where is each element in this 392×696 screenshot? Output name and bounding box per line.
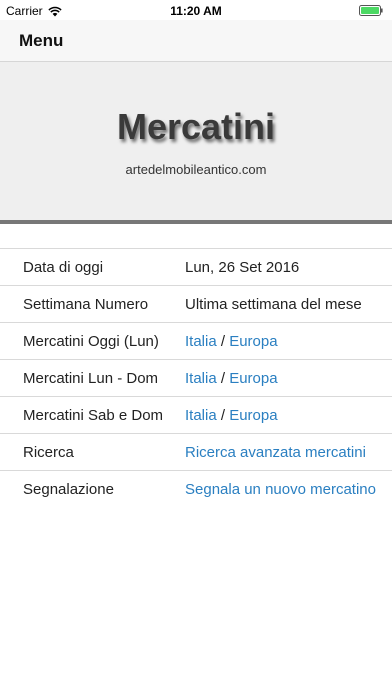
- row-label: Ricerca: [23, 443, 74, 461]
- row-value: Ricerca avanzata mercatini: [185, 444, 392, 461]
- row-label: Data di oggi: [23, 258, 104, 276]
- row-date: Data di oggi Lun, 26 Set 2016: [0, 249, 392, 286]
- status-time: 11:20 AM: [170, 4, 222, 18]
- nav-bar: Menu: [0, 20, 392, 62]
- link-europa[interactable]: Europa: [229, 407, 277, 424]
- row-value: Italia / Europa: [185, 407, 392, 424]
- status-bar: Carrier 11:20 AM: [0, 0, 392, 20]
- row-value: Segnala un nuovo mercatino: [185, 481, 392, 498]
- link-europa[interactable]: Europa: [229, 333, 277, 350]
- link-italia[interactable]: Italia: [185, 407, 217, 424]
- row-markets-week: Mercatini Lun - Dom Italia / Europa: [0, 360, 392, 397]
- row-label: Mercatini Sab e Dom: [23, 406, 164, 424]
- info-table: Data di oggi Lun, 26 Set 2016 Settimana …: [0, 248, 392, 507]
- battery-icon: [359, 5, 383, 16]
- site-url: artedelmobileantico.com: [125, 162, 267, 177]
- row-label: Mercatini Lun - Dom: [23, 369, 159, 387]
- row-value: Lun, 26 Set 2016: [185, 258, 300, 276]
- link-italia[interactable]: Italia: [185, 333, 217, 350]
- page-title: Mercatini: [116, 106, 276, 147]
- banner-divider: [0, 220, 392, 224]
- row-week: Settimana Numero Ultima settimana del me…: [0, 286, 392, 323]
- link-separator: /: [220, 332, 226, 350]
- row-label: Segnalazione: [23, 480, 114, 498]
- row-report: Segnalazione Segnala un nuovo mercatino: [0, 471, 392, 507]
- header-banner: Mercatini artedelmobileantico.com: [0, 62, 392, 220]
- advanced-search-link[interactable]: Ricerca avanzata mercatini: [185, 444, 366, 461]
- row-label: Mercatini Oggi (Lun): [23, 332, 159, 350]
- link-separator: /: [220, 406, 226, 424]
- row-label: Settimana Numero: [23, 295, 149, 313]
- app-screen: Carrier 11:20 AM Menu Mercatini artedelm…: [0, 0, 392, 696]
- row-value: Italia / Europa: [185, 333, 392, 350]
- report-market-link[interactable]: Segnala un nuovo mercatino: [185, 481, 376, 498]
- row-markets-today: Mercatini Oggi (Lun) Italia / Europa: [0, 323, 392, 360]
- link-europa[interactable]: Europa: [229, 370, 277, 387]
- row-markets-weekend: Mercatini Sab e Dom Italia / Europa: [0, 397, 392, 434]
- link-separator: /: [220, 369, 226, 387]
- link-italia[interactable]: Italia: [185, 370, 217, 387]
- row-value: Ultima settimana del mese: [185, 295, 362, 313]
- menu-button[interactable]: Menu: [19, 31, 63, 51]
- row-value: Italia / Europa: [185, 370, 392, 387]
- row-search: Ricerca Ricerca avanzata mercatini: [0, 434, 392, 471]
